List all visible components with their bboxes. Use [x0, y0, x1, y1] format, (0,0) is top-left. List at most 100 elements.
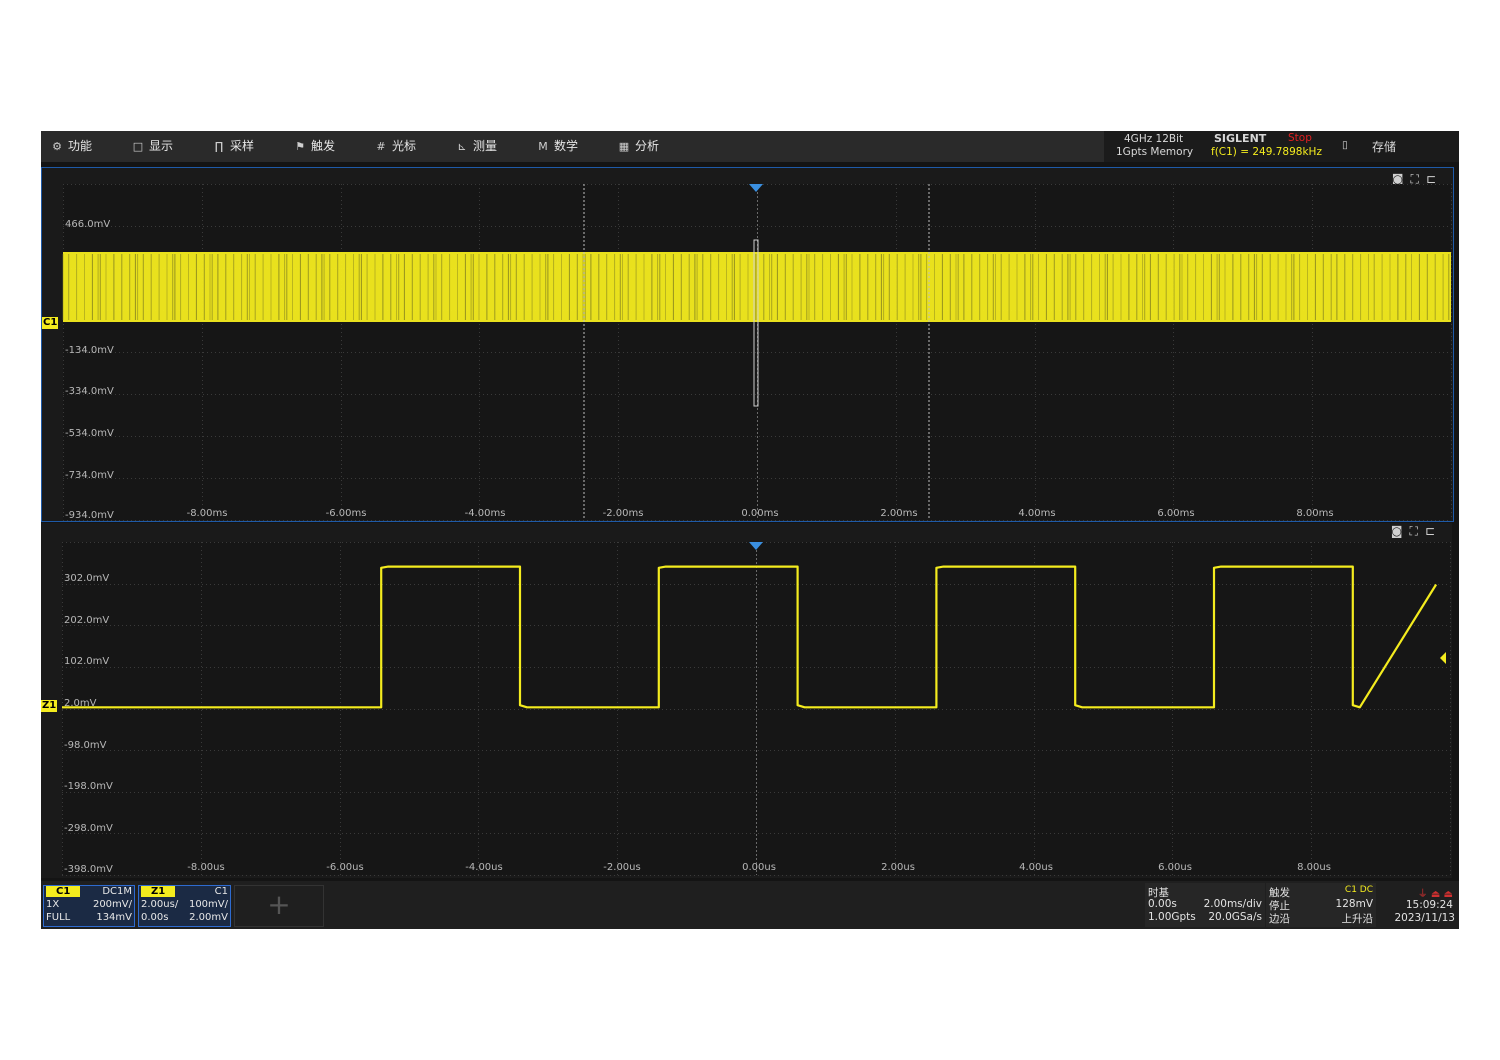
y-label: -398.0mV — [64, 864, 113, 875]
clock-date: 2023/11/13 — [1394, 912, 1455, 924]
acquire-icon: ∏ — [212, 131, 226, 162]
menu-math[interactable]: M数学 — [536, 131, 578, 162]
math-icon: M — [536, 131, 550, 162]
x-label: 2.00us — [881, 862, 915, 873]
waveform-trace — [62, 567, 1436, 708]
x-label: 2.00ms — [880, 508, 917, 519]
timebase-delay: 0.00s — [1148, 898, 1177, 910]
main-waveform-window[interactable]: ◙⛶⊏ 466.0mV -134.0mV -334.0mV -534.0mV -… — [41, 167, 1454, 522]
zoom-plot-area[interactable] — [62, 542, 1450, 875]
spec-bandwidth: 4GHz 12Bit — [1124, 133, 1183, 145]
main-plot-area[interactable] — [63, 184, 1451, 520]
channel-z1-box[interactable]: Z1 C1 2.00us/ 100mV/ 0.00s 2.00mV — [138, 885, 231, 927]
x-label: -4.00ms — [465, 508, 506, 519]
channel-z1-tag: Z1 — [141, 886, 175, 897]
c1-scale: 200mV/ — [93, 899, 132, 910]
y-label: -298.0mV — [64, 823, 113, 834]
gear-icon: ⚙ — [50, 131, 64, 162]
y-label: 2.0mV — [64, 698, 97, 709]
trigger-type: 边沿 — [1269, 911, 1290, 926]
z1-vscale: 100mV/ — [189, 899, 228, 910]
x-label: 8.00us — [1297, 862, 1331, 873]
x-label: 6.00us — [1158, 862, 1192, 873]
x-label: -4.00us — [465, 862, 502, 873]
c1-bandwidth: FULL — [46, 912, 70, 923]
x-label: 4.00us — [1019, 862, 1053, 873]
channel-c1-tag: C1 — [46, 886, 80, 897]
y-label: -98.0mV — [64, 740, 106, 751]
y-label: -334.0mV — [65, 386, 114, 397]
z1-delay: 0.00s — [141, 912, 168, 923]
menu-display[interactable]: □显示 — [131, 131, 173, 162]
x-label: -6.00ms — [326, 508, 367, 519]
frequency-readout: f(C1) = 249.7898kHz — [1211, 146, 1322, 158]
x-label: -2.00us — [603, 862, 640, 873]
y-label: -734.0mV — [65, 470, 114, 481]
main-plot-svg — [63, 184, 1451, 520]
menu-analysis[interactable]: ▦分析 — [617, 131, 659, 162]
trigger-level: 128mV — [1336, 898, 1373, 910]
analysis-icon: ▦ — [617, 131, 631, 162]
y-label: -934.0mV — [65, 510, 114, 521]
window-controls: ◙⛶⊏ — [1391, 524, 1442, 539]
x-label: 8.00ms — [1296, 508, 1333, 519]
clock-panel: ⏚ ⏏ ⏏ 15:09:24 2023/11/13 — [1381, 883, 1457, 927]
menu-measure[interactable]: ⊾测量 — [455, 131, 497, 162]
x-label: 6.00ms — [1157, 508, 1194, 519]
x-label: -2.00ms — [603, 508, 644, 519]
x-label: 0.00us — [742, 862, 776, 873]
oscilloscope-screen: ⚙功能 □显示 ∏采样 ⚑触发 #光标 ⊾测量 M数学 ▦分析 4GHz 12B… — [41, 131, 1459, 929]
camera-icon[interactable]: ◙ — [1391, 524, 1410, 538]
timebase-points: 1.00Gpts — [1148, 911, 1196, 923]
display-icon: □ — [131, 131, 145, 162]
cursor-icon: # — [374, 131, 388, 162]
add-channel-button[interactable]: + — [234, 885, 324, 927]
y-label: 466.0mV — [65, 219, 110, 230]
x-label: -8.00ms — [187, 508, 228, 519]
bottom-status-bar: C1 DC1M 1X 200mV/ FULL 134mV Z1 C1 2.00u… — [41, 881, 1459, 929]
trigger-level-marker — [1440, 652, 1446, 664]
trigger-panel[interactable]: 触发 C1 DC 停止 128mV 边沿 上升沿 — [1266, 883, 1376, 927]
menu-cursor[interactable]: #光标 — [374, 131, 416, 162]
channel-marker-c1[interactable]: C1 — [42, 317, 58, 329]
save-button[interactable]: 存储 — [1372, 138, 1396, 155]
trigger-position-marker — [749, 542, 763, 550]
timebase-rate: 20.0GSa/s — [1208, 911, 1262, 923]
channel-marker-z1[interactable]: Z1 — [41, 700, 57, 712]
y-label: 102.0mV — [64, 656, 109, 667]
z1-hscale: 2.00mV — [189, 912, 228, 923]
trigger-slope: 上升沿 — [1342, 911, 1374, 926]
x-label: -8.00us — [187, 862, 224, 873]
c1-offset: 134mV — [96, 912, 132, 923]
pin-icon[interactable]: ⊏ — [1425, 524, 1442, 538]
y-label: -534.0mV — [65, 428, 114, 439]
menu-acquire[interactable]: ∏采样 — [212, 131, 254, 162]
y-label: -134.0mV — [65, 345, 114, 356]
save-icon[interactable]: ▯ — [1342, 139, 1348, 151]
trigger-source: C1 DC — [1345, 885, 1373, 895]
x-label: 0.00ms — [741, 508, 778, 519]
flag-icon: ⚑ — [293, 131, 307, 162]
menu-trigger[interactable]: ⚑触发 — [293, 131, 335, 162]
trigger-position-marker — [749, 184, 763, 192]
z1-timebase: 2.00us/ — [141, 899, 178, 910]
y-label: -198.0mV — [64, 781, 113, 792]
x-label: -6.00us — [326, 862, 363, 873]
timebase-scale: 2.00ms/div — [1204, 898, 1262, 910]
status-block: 4GHz 12Bit 1Gpts Memory SIGLENT Stop f(C… — [1104, 131, 1459, 162]
channel-c1-box[interactable]: C1 DC1M 1X 200mV/ FULL 134mV — [43, 885, 135, 927]
menu-bar: ⚙功能 □显示 ∏采样 ⚑触发 #光标 ⊾测量 M数学 ▦分析 4GHz 12B… — [41, 131, 1459, 162]
zoom-waveform-window[interactable]: ◙⛶⊏ 302.0mV 202.0mV 102.0mV 2.0mV -98.0m… — [41, 523, 1452, 878]
menu-function[interactable]: ⚙功能 — [50, 131, 92, 162]
measure-icon: ⊾ — [455, 131, 469, 162]
timebase-panel[interactable]: 时基 0.00s 2.00ms/div 1.00Gpts 20.0GSa/s — [1145, 883, 1265, 927]
clock-time: 15:09:24 — [1406, 899, 1453, 911]
x-label: 4.00ms — [1018, 508, 1055, 519]
usb-lock-icon: ⏚ ⏏ ⏏ — [1418, 885, 1453, 900]
brand-logo: SIGLENT — [1214, 132, 1266, 145]
zoom-plot-svg — [62, 542, 1450, 875]
c1-probe: 1X — [46, 899, 59, 910]
spec-memory: 1Gpts Memory — [1116, 146, 1193, 158]
run-state[interactable]: Stop — [1288, 132, 1312, 144]
fullscreen-icon[interactable]: ⛶ — [1410, 524, 1425, 538]
